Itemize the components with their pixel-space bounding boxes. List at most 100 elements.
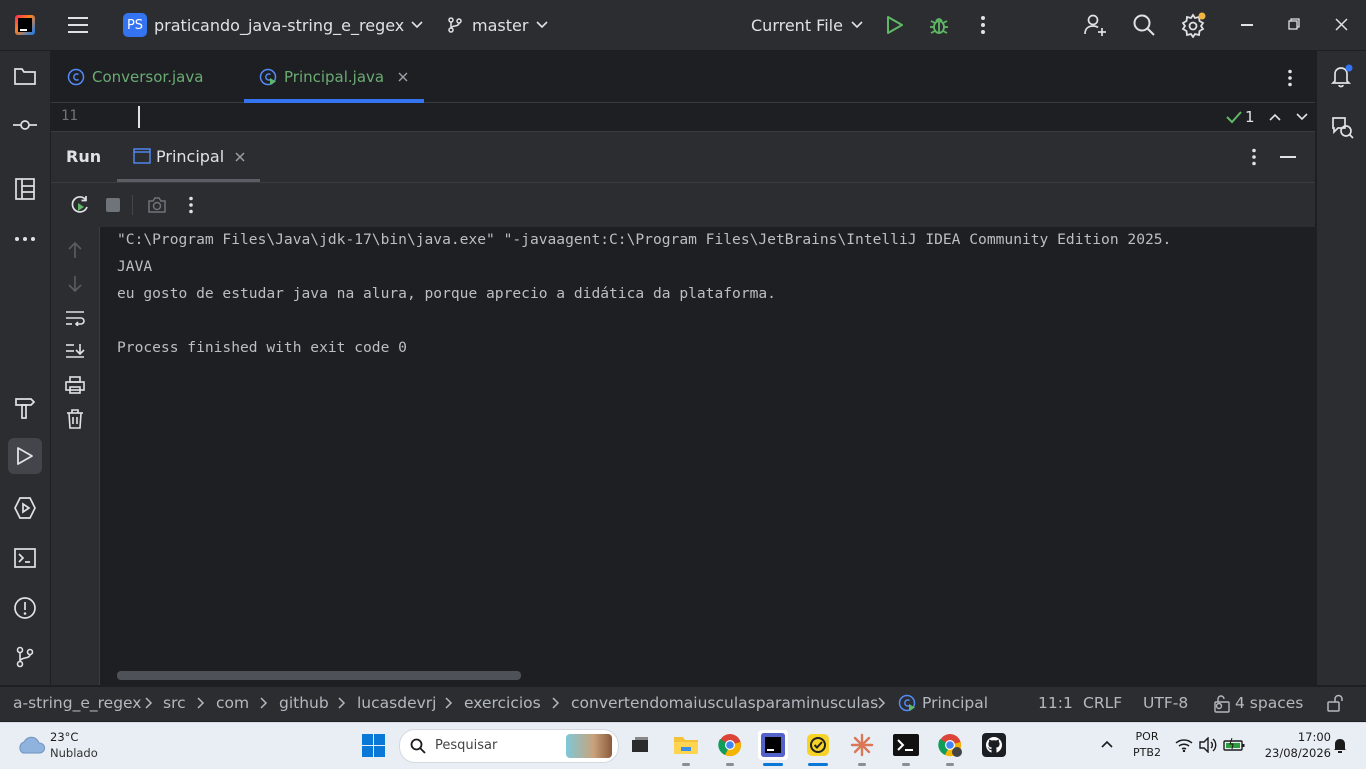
status-bar: a-string_e_regex src com github lucasdev… bbox=[0, 686, 1366, 721]
active-indicator bbox=[808, 763, 828, 766]
keyboard-layout: PTB2 bbox=[1133, 746, 1161, 759]
tab-label: Conversor.java bbox=[92, 67, 204, 86]
breadcrumb-item[interactable]: exercicios bbox=[464, 694, 541, 712]
more-tools-icon[interactable] bbox=[11, 225, 39, 253]
more-actions-icon[interactable] bbox=[980, 15, 986, 35]
close-tab-icon[interactable] bbox=[235, 152, 245, 162]
chrome-icon[interactable] bbox=[715, 730, 745, 766]
project-folder-icon[interactable] bbox=[11, 62, 39, 90]
intellij-taskbar-icon[interactable] bbox=[758, 730, 788, 766]
wifi-icon[interactable] bbox=[1175, 738, 1193, 752]
time: 17:00 bbox=[1297, 730, 1331, 744]
read-only-lock-icon[interactable] bbox=[1326, 694, 1344, 712]
tray-overflow-chevron-icon[interactable] bbox=[1101, 740, 1113, 748]
chevron-down-icon[interactable] bbox=[1295, 113, 1308, 121]
windows-taskbar: 23°C Nublado Pesquisar POR PTB2 17:00 23… bbox=[0, 722, 1366, 769]
breadcrumb-item[interactable]: github bbox=[279, 694, 329, 712]
claude-icon[interactable] bbox=[847, 730, 877, 766]
breadcrumb-item[interactable]: com bbox=[216, 694, 249, 712]
notifications-bell-icon[interactable] bbox=[1328, 62, 1356, 90]
main-menu-icon[interactable] bbox=[67, 15, 89, 35]
console-output[interactable]: "C:\Program Files\Java\jdk-17\bin\java.e… bbox=[100, 227, 1315, 685]
search-icon[interactable] bbox=[1132, 13, 1156, 37]
build-hammer-icon[interactable] bbox=[11, 394, 39, 422]
restore-button[interactable] bbox=[1288, 18, 1300, 30]
todo-app-icon[interactable] bbox=[803, 730, 833, 766]
print-icon[interactable] bbox=[65, 376, 85, 394]
file-encoding[interactable]: UTF-8 bbox=[1143, 694, 1188, 712]
hide-panel-icon[interactable] bbox=[1280, 156, 1296, 158]
run-tool-icon[interactable] bbox=[8, 438, 42, 474]
close-tab-icon[interactable] bbox=[398, 72, 408, 82]
structure-icon[interactable] bbox=[11, 175, 39, 203]
chevron-down-icon bbox=[851, 21, 863, 29]
caret-position[interactable]: 11:1 bbox=[1038, 694, 1073, 712]
camera-icon[interactable] bbox=[147, 196, 167, 214]
chevron-right-icon bbox=[338, 697, 346, 709]
terminal-icon[interactable] bbox=[11, 544, 39, 572]
arrow-down-icon[interactable] bbox=[68, 275, 82, 293]
text-caret bbox=[138, 106, 140, 128]
windows-start-icon[interactable] bbox=[362, 734, 385, 757]
cloud-icon bbox=[16, 735, 46, 755]
soft-wrap-icon[interactable] bbox=[65, 310, 85, 326]
file-explorer-icon[interactable] bbox=[671, 730, 701, 766]
scroll-to-end-icon[interactable] bbox=[65, 343, 85, 359]
breadcrumb-item[interactable]: Principal bbox=[922, 694, 988, 712]
clear-trash-icon[interactable] bbox=[66, 409, 84, 429]
problems-icon[interactable] bbox=[11, 594, 39, 622]
chevron-up-icon[interactable] bbox=[1268, 113, 1281, 121]
commit-icon[interactable] bbox=[11, 111, 39, 139]
active-indicator bbox=[763, 763, 783, 766]
editor-area[interactable]: 11 1 bbox=[51, 103, 1315, 131]
vcs-branch-selector[interactable]: master bbox=[446, 12, 548, 38]
ai-assistant-icon[interactable] bbox=[1328, 113, 1356, 141]
line-separator[interactable]: CRLF bbox=[1083, 694, 1122, 712]
breadcrumb-item[interactable]: a-string_e_regex bbox=[13, 694, 141, 712]
notification-center-icon[interactable] bbox=[1333, 737, 1347, 753]
intellij-logo-icon[interactable] bbox=[15, 15, 35, 35]
rerun-icon[interactable] bbox=[70, 195, 90, 215]
input-language[interactable]: POR PTB2 bbox=[1130, 729, 1164, 761]
volume-icon[interactable] bbox=[1199, 737, 1217, 753]
indent-settings-icon bbox=[1213, 695, 1231, 713]
tab-principal-java[interactable]: Principal.java bbox=[244, 51, 424, 103]
checkmark-icon bbox=[1226, 110, 1242, 124]
search-box[interactable]: Pesquisar bbox=[399, 729, 619, 763]
run-configuration-selector[interactable]: Current File bbox=[751, 12, 863, 38]
settings-gear-icon[interactable] bbox=[1181, 12, 1207, 38]
breadcrumb-item[interactable]: convertendomaiusculasparaminusculas bbox=[571, 694, 878, 712]
chevron-right-icon bbox=[445, 697, 453, 709]
run-options-icon[interactable] bbox=[1251, 148, 1257, 166]
terminal-app-icon[interactable] bbox=[891, 730, 921, 766]
github-desktop-icon[interactable] bbox=[979, 730, 1009, 760]
more-actions-icon[interactable] bbox=[188, 196, 194, 214]
horizontal-scrollbar[interactable] bbox=[117, 671, 521, 680]
tab-options-icon[interactable] bbox=[1287, 69, 1293, 87]
arrow-up-icon[interactable] bbox=[68, 241, 82, 259]
add-user-icon[interactable] bbox=[1083, 13, 1107, 37]
close-window-button[interactable] bbox=[1335, 18, 1348, 31]
console-side-toolbar bbox=[51, 227, 100, 685]
project-selector[interactable]: PS praticando_java-string_e_regex bbox=[123, 12, 423, 38]
git-icon[interactable] bbox=[11, 643, 39, 671]
tab-conversor-java[interactable]: Conversor.java bbox=[67, 51, 203, 102]
breadcrumb-item[interactable]: lucasdevrj bbox=[357, 694, 436, 712]
indent-setting[interactable]: 4 spaces bbox=[1235, 694, 1303, 712]
weather-temp: 23°C bbox=[50, 730, 79, 744]
chrome-profile-icon[interactable] bbox=[935, 730, 965, 766]
debug-icon[interactable] bbox=[928, 14, 950, 36]
breadcrumb-item[interactable]: src bbox=[163, 694, 186, 712]
battery-icon[interactable] bbox=[1223, 738, 1245, 752]
inspection-widget[interactable]: 1 bbox=[1226, 108, 1308, 126]
weather-widget[interactable]: 23°C Nublado bbox=[14, 729, 134, 763]
stop-icon[interactable] bbox=[106, 198, 120, 212]
search-placeholder: Pesquisar bbox=[435, 738, 498, 753]
task-view-icon[interactable] bbox=[625, 730, 655, 760]
run-icon[interactable] bbox=[886, 15, 904, 35]
services-icon[interactable] bbox=[11, 494, 39, 522]
clock[interactable]: 17:00 23/08/2026 bbox=[1255, 729, 1331, 761]
run-tab-principal[interactable]: Principal bbox=[117, 132, 260, 183]
minimize-button[interactable] bbox=[1241, 24, 1253, 26]
console-line: "C:\Program Files\Java\jdk-17\bin\java.e… bbox=[117, 231, 1172, 248]
